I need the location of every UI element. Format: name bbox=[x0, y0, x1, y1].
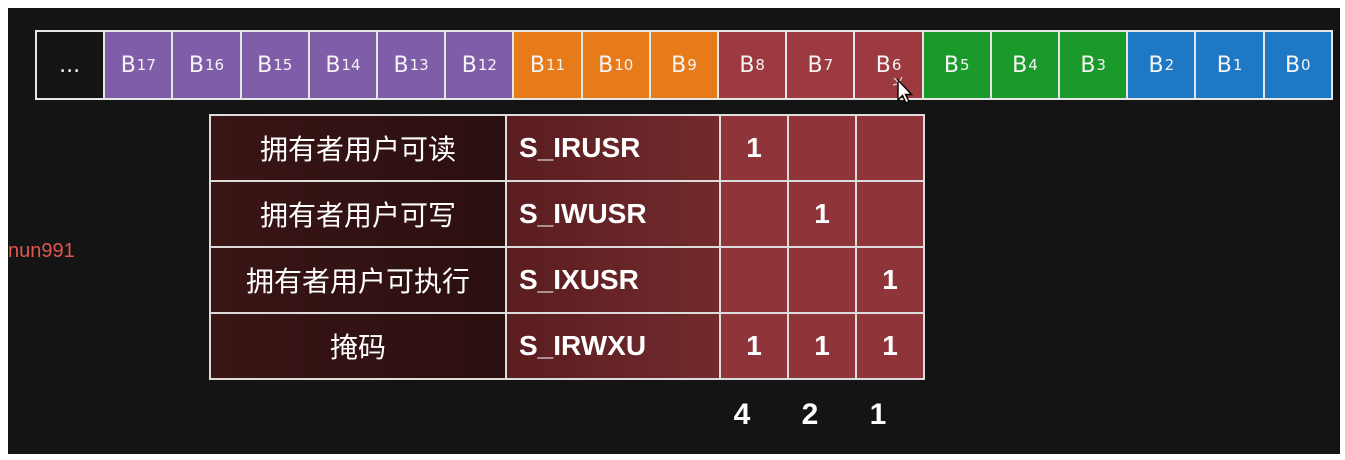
table-row: 拥有者用户可写 S_IWUSR 1 bbox=[209, 180, 925, 248]
bit-field-row: ... B 17 B 16 B 15 B 14 B 13 B 12 B 11 B 10 B9 B… bbox=[35, 30, 1333, 100]
bit-cell-b4: B4 bbox=[991, 32, 1059, 98]
bit-cell-b7: B7 bbox=[787, 32, 854, 98]
bit-cell-b2: B2 bbox=[1128, 32, 1195, 98]
bit-cell-ellipsis: ... bbox=[37, 32, 104, 98]
bit7-value: 1 bbox=[787, 180, 857, 248]
mouse-pointer-icon bbox=[892, 76, 914, 104]
weight-1: 1 bbox=[869, 398, 887, 431]
row-constant: S_IRUSR bbox=[505, 114, 721, 182]
bit6-value: 1 bbox=[855, 246, 925, 314]
bit-cell-b5: B5 bbox=[923, 32, 990, 98]
watermark-text: nun991 bbox=[8, 240, 75, 262]
bit-cell-b3: B3 bbox=[1060, 32, 1127, 98]
bit-cell-b1: B1 bbox=[1196, 32, 1263, 98]
row-label: 掩码 bbox=[209, 312, 507, 380]
table-row: 拥有者用户可读 S_IRUSR 1 bbox=[209, 114, 925, 182]
bit-cell-b11: B 11 bbox=[514, 32, 581, 98]
bit-cell-b0: B0 bbox=[1264, 32, 1331, 98]
bit6-value bbox=[855, 114, 925, 182]
table-row: 拥有者用户可执行 S_IXUSR 1 bbox=[209, 246, 925, 314]
bit-cell-b12: B 12 bbox=[446, 32, 513, 98]
bit-cell-b13: B 13 bbox=[378, 32, 445, 98]
bit6-value: 1 bbox=[855, 312, 925, 380]
bit7-value bbox=[787, 114, 857, 182]
row-label: 拥有者用户可执行 bbox=[209, 246, 507, 314]
row-label: 拥有者用户可读 bbox=[209, 114, 507, 182]
bit-weights: 4 2 1 bbox=[708, 398, 912, 432]
bit8-value: 1 bbox=[719, 312, 789, 380]
bit8-value: 1 bbox=[719, 114, 789, 182]
bit8-value bbox=[719, 180, 789, 248]
bit6-value bbox=[855, 180, 925, 248]
bit-cell-b15: B 15 bbox=[241, 32, 308, 98]
row-constant: S_IXUSR bbox=[505, 246, 721, 314]
row-constant: S_IRWXU bbox=[505, 312, 721, 380]
bit-cell-b17: B 17 bbox=[105, 32, 172, 98]
bit-cell-b14: B 14 bbox=[309, 32, 377, 98]
bit-cell-b9: B9 bbox=[650, 32, 718, 98]
bit-cell-b16: B 16 bbox=[173, 32, 240, 98]
weight-4: 4 bbox=[733, 398, 751, 431]
row-label: 拥有者用户可写 bbox=[209, 180, 507, 248]
weight-2: 2 bbox=[801, 398, 819, 431]
bit7-value: 1 bbox=[787, 312, 857, 380]
bit-cell-b10: B 10 bbox=[582, 32, 649, 98]
row-constant: S_IWUSR bbox=[505, 180, 721, 248]
bit8-value bbox=[719, 246, 789, 314]
permission-table: 拥有者用户可读 S_IRUSR 1 拥有者用户可写 S_IWUSR 1 拥有者用… bbox=[209, 114, 925, 380]
table-row: 掩码 S_IRWXU 1 1 1 bbox=[209, 312, 925, 380]
bit-cell-b8: B8 bbox=[719, 32, 786, 98]
bit7-value bbox=[787, 246, 857, 314]
